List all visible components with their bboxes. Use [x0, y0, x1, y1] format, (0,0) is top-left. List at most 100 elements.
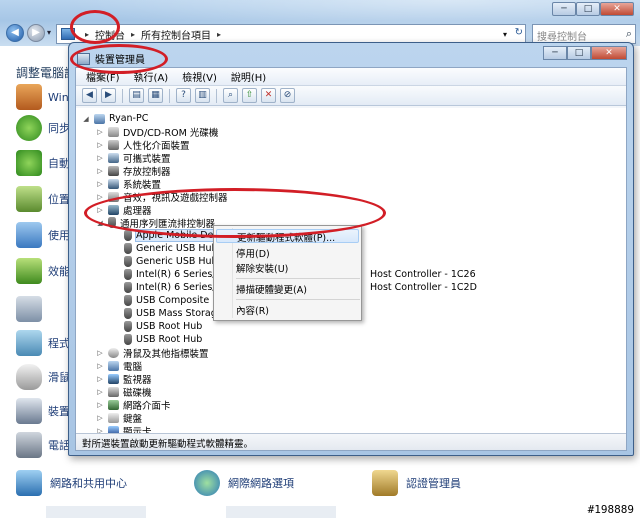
cp-item-network-center[interactable]: 網路和共用中心	[16, 470, 127, 496]
address-bar[interactable]: ▸ 控制台 ▸ 所有控制台項目 ▸ ▾ ↻	[56, 24, 526, 44]
dm-close-button[interactable]: ✕	[591, 46, 627, 60]
device-manager-icon	[77, 52, 90, 65]
usb-icon	[124, 295, 132, 306]
tree-category-usb[interactable]: ◢ 通用序列匯流排控制器	[96, 216, 215, 230]
disable-icon[interactable]: ⊘	[280, 88, 295, 103]
search-input[interactable]: 搜尋控制台 ⌕	[532, 24, 636, 44]
scan-icon[interactable]: ⌕	[223, 88, 238, 103]
menu-help[interactable]: 說明(H)	[231, 69, 266, 84]
phone-icon	[16, 432, 42, 458]
menu-view[interactable]: 檢視(V)	[182, 69, 217, 84]
refresh-icon[interactable]: ↻	[515, 27, 523, 38]
menu-item-disable[interactable]: 停用(D)	[236, 246, 270, 260]
cp-item-internet-options[interactable]: 網際網路選項	[194, 470, 294, 496]
tree-category[interactable]: ▷ 電腦	[96, 359, 142, 373]
back-button[interactable]: ◀	[6, 24, 24, 42]
view-icon[interactable]: ▤	[129, 88, 144, 103]
cp-item-mouse[interactable]: 滑鼠	[16, 364, 70, 390]
usb-icon	[124, 321, 132, 332]
sync-icon	[16, 115, 42, 141]
uninstall-icon[interactable]: ✕	[261, 88, 276, 103]
network-icon	[16, 470, 42, 496]
tree-category[interactable]: ▷ 網路介面卡	[96, 398, 171, 412]
breadcrumb-all-items[interactable]: 所有控制台項目	[141, 27, 211, 42]
update-driver-icon[interactable]: ⇧	[242, 88, 257, 103]
menu-item-scan[interactable]: 掃描硬體變更(A)	[236, 282, 307, 296]
location-icon	[16, 186, 42, 212]
back-icon[interactable]: ◀	[82, 88, 97, 103]
usb-icon	[124, 243, 132, 254]
dm-window-buttons: ─ □ ✕	[543, 46, 627, 60]
menu-item-properties[interactable]: 內容(R)	[236, 303, 269, 317]
computer-icon	[108, 360, 119, 371]
tree-category[interactable]: ▷ 可攜式裝置	[96, 151, 171, 165]
autoplay-icon	[16, 150, 42, 176]
processor-icon	[108, 204, 119, 215]
performance-icon	[16, 258, 42, 284]
globe-icon	[194, 470, 220, 496]
cp-item-autoplay[interactable]: 自動	[16, 150, 70, 176]
tree-category[interactable]: ▷ DVD/CD-ROM 光碟機	[96, 125, 218, 139]
tree-category[interactable]: ▷ 鍵盤	[96, 411, 142, 425]
tree-device-suffix: Host Controller - 1C2D	[370, 282, 477, 293]
history-dropdown-icon[interactable]: ▾	[47, 28, 51, 37]
cp-item-phone[interactable]: 電話	[16, 432, 70, 458]
tree-category[interactable]: ▷ 系統裝置	[96, 177, 161, 191]
tree-category[interactable]: ▷ 磁碟機	[96, 385, 152, 399]
cp-item-location[interactable]: 位置	[16, 186, 70, 212]
tree-device[interactable]: USB Root Hub	[124, 320, 202, 333]
usb-icon	[124, 256, 132, 267]
dvd-icon	[108, 126, 119, 137]
tree-category[interactable]: ▷ 監視器	[96, 372, 152, 386]
close-button[interactable]: ✕	[600, 2, 634, 16]
tree-device[interactable]: Generic USB Hub	[124, 242, 218, 255]
tree-device-selected[interactable]: Apple Mobile Devi	[124, 229, 223, 242]
programs-icon	[16, 330, 42, 356]
programs-icon	[16, 296, 42, 322]
cp-item-programs2[interactable]: 程式	[16, 330, 70, 356]
help-icon[interactable]: ?	[176, 88, 191, 103]
tree-category[interactable]: ▷ 存放控制器	[96, 164, 171, 178]
cp-item-windows[interactable]: Win	[16, 84, 69, 110]
dm-minimize-button[interactable]: ─	[543, 46, 567, 60]
breadcrumb-control-panel[interactable]: 控制台	[95, 27, 125, 42]
menu-action[interactable]: 執行(A)	[134, 69, 169, 84]
keyboard-icon	[108, 412, 119, 423]
dm-title-text: 裝置管理員	[95, 55, 145, 66]
tree-device[interactable]: Generic USB Hub	[124, 255, 218, 268]
control-panel-icon	[61, 28, 75, 40]
tree-device[interactable]: USB Root Hub	[124, 333, 202, 346]
properties-icon[interactable]: ▦	[148, 88, 163, 103]
maximize-button[interactable]: □	[576, 2, 600, 16]
cp-item-performance[interactable]: 效能	[16, 258, 70, 284]
cut-off-item	[46, 506, 146, 518]
tree-category[interactable]: ▷ 處理器	[96, 203, 152, 217]
chevron-down-icon[interactable]: ▾	[503, 30, 507, 39]
cp-item-programs[interactable]	[16, 296, 42, 322]
chevron-right-icon[interactable]: ▸	[217, 30, 221, 39]
forward-icon[interactable]: ▶	[101, 88, 116, 103]
forward-button[interactable]: ▶	[27, 24, 45, 42]
vault-icon	[372, 470, 398, 496]
cp-item-user[interactable]: 使用	[16, 222, 70, 248]
status-bar: 對所選裝置啟動更新驅動程式軟體精靈。	[76, 433, 626, 450]
minimize-button[interactable]: ─	[552, 2, 576, 16]
search-icon[interactable]: ⌕	[626, 27, 632, 41]
system-device-icon	[108, 178, 119, 189]
tree-category[interactable]: ▷ 滑鼠及其他指標裝置	[96, 346, 209, 360]
cp-item-sync[interactable]: 同步	[16, 115, 70, 141]
view-alt-icon[interactable]: ▥	[195, 88, 210, 103]
tree-device-suffix: Host Controller - 1C26	[370, 269, 476, 280]
cp-item-credential-manager[interactable]: 認證管理員	[372, 470, 461, 496]
tree-root[interactable]: ◢ Ryan-PC	[82, 112, 148, 125]
dm-maximize-button[interactable]: □	[567, 46, 591, 60]
tree-category[interactable]: ▷ 音效，視訊及遊戲控制器	[96, 190, 228, 204]
menu-item-update-driver[interactable]: 更新驅動程式軟體(P)...	[216, 229, 359, 244]
cp-item-devices[interactable]: 裝置	[16, 398, 70, 424]
chevron-right-icon[interactable]: ▸	[85, 30, 89, 39]
menu-item-uninstall[interactable]: 解除安裝(U)	[236, 261, 288, 275]
tree-category[interactable]: ▷ 人性化介面裝置	[96, 138, 190, 152]
menu-file[interactable]: 檔案(F)	[86, 69, 120, 84]
users-icon	[16, 222, 42, 248]
chevron-right-icon[interactable]: ▸	[131, 30, 135, 39]
